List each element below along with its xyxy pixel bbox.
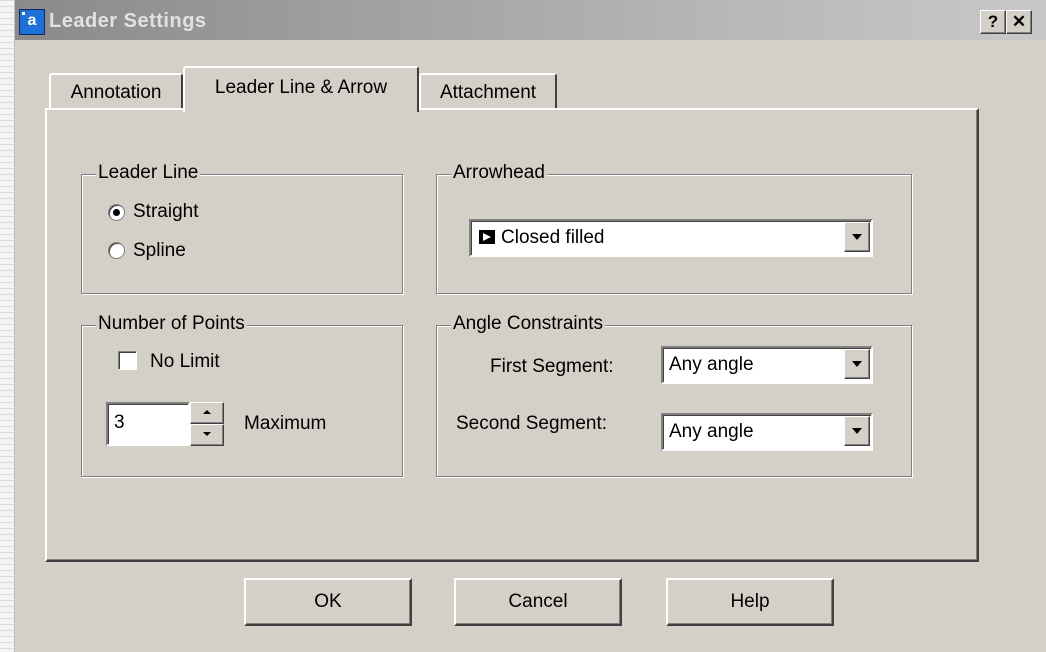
first-segment-label: First Segment: [490,356,614,377]
no-limit-label[interactable]: No Limit [150,351,220,373]
leader-line-group-title: Leader Line [96,162,201,184]
second-segment-select[interactable]: Any angle [661,413,873,451]
first-segment-select[interactable]: Any angle [661,346,873,384]
maximum-label: Maximum [244,413,327,434]
second-segment-label: Second Segment: [456,413,608,434]
straight-radio[interactable] [108,204,125,221]
background-edge-strip [0,0,15,652]
chevron-down-icon[interactable] [844,222,870,252]
leader-line-group: Leader Line [81,162,403,294]
arrowhead-selected-value: Closed filled [501,227,605,248]
window-title: Leader Settings [49,10,207,32]
spin-down-icon[interactable] [190,424,224,446]
tab-annotation[interactable]: Annotation [49,73,183,109]
points-input[interactable]: 3 [106,402,190,446]
help-title-button[interactable]: ? [980,10,1006,34]
points-value: 3 [114,412,125,433]
arrowhead-group-title: Arrowhead [451,162,547,184]
ok-button[interactable]: OK [244,578,412,626]
closed-filled-arrow-icon [479,230,495,244]
help-button[interactable]: Help [666,578,834,626]
title-bar[interactable]: a Leader Settings ? ✕ [15,0,1046,40]
spline-radio[interactable] [108,242,125,259]
leader-settings-dialog: a Leader Settings ? ✕ Annotation Leader … [15,0,1046,652]
arrowhead-select[interactable]: Closed filled [469,219,873,257]
app-icon: a [19,9,45,35]
number-of-points-group: Number of Points [81,313,403,477]
chevron-down-icon[interactable] [844,349,870,379]
number-of-points-group-title: Number of Points [96,313,247,335]
cancel-button[interactable]: Cancel [454,578,622,626]
chevron-down-icon[interactable] [844,416,870,446]
tab-leader-line-arrow[interactable]: Leader Line & Arrow [183,66,419,112]
second-segment-value: Any angle [669,421,754,442]
tab-attachment[interactable]: Attachment [419,73,557,109]
close-button[interactable]: ✕ [1006,10,1032,34]
first-segment-value: Any angle [669,354,754,375]
no-limit-checkbox[interactable] [118,351,137,370]
spin-up-icon[interactable] [190,402,224,424]
angle-constraints-group-title: Angle Constraints [451,313,605,335]
spline-label[interactable]: Spline [133,240,186,262]
straight-label[interactable]: Straight [133,201,198,223]
